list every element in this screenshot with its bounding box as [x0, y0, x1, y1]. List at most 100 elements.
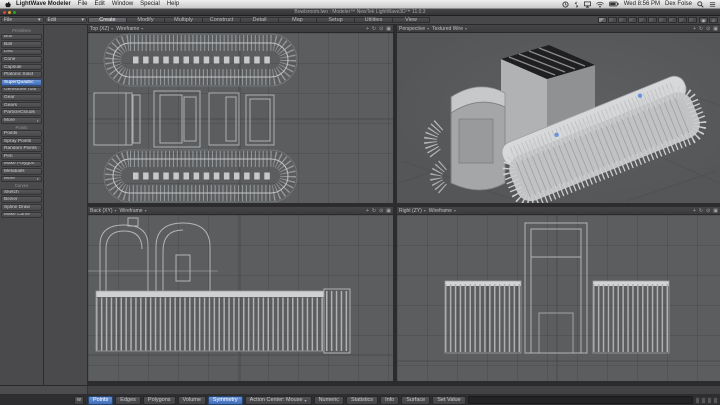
layer-10[interactable]: [688, 17, 697, 23]
zoom-window-button[interactable]: [13, 11, 16, 14]
view-type-dropdown[interactable]: Right (ZY)▾: [399, 208, 426, 214]
maximize-icon[interactable]: ▣: [713, 208, 718, 214]
layer-1[interactable]: [598, 17, 607, 23]
sidebar-tool-points[interactable]: Points: [1, 130, 42, 137]
sidebar-tool-make-polygon[interactable]: Make Polygon: [1, 161, 42, 168]
sidebar-tool-gemstone-tool[interactable]: Gemstone Tool: [1, 87, 42, 94]
bottom-numeric[interactable]: Numeric: [314, 396, 344, 405]
tab-map[interactable]: Map: [278, 17, 316, 23]
layer-8[interactable]: [668, 17, 677, 23]
bottom-set-value[interactable]: Set Value: [432, 396, 465, 405]
rotate-icon[interactable]: ↻: [372, 26, 376, 32]
tab-utilities[interactable]: Utilities: [354, 17, 392, 23]
sidebar-tool-gear[interactable]: Gear: [1, 94, 42, 101]
apple-menu-icon[interactable]: [4, 1, 11, 8]
layer-6[interactable]: [648, 17, 657, 23]
render-mode-dropdown[interactable]: Wireframe▾: [116, 26, 143, 32]
render-mode-dropdown[interactable]: Wireframe▾: [120, 208, 147, 214]
sidebar-tool-sketch[interactable]: Sketch: [1, 189, 42, 196]
back-view-canvas[interactable]: [88, 215, 393, 381]
rotate-icon[interactable]: ↻: [699, 208, 703, 214]
layer-5[interactable]: [638, 17, 647, 23]
menu-edit[interactable]: Edit: [94, 1, 104, 7]
maximize-icon[interactable]: ▣: [713, 26, 718, 32]
tab-multiply[interactable]: Multiply: [164, 17, 202, 23]
sidebar-tool-superquadric[interactable]: SuperQuadric: [1, 79, 42, 86]
bottom-statistics[interactable]: Statistics: [346, 396, 378, 405]
sidebar-tool-spline-draw[interactable]: Spline Draw: [1, 204, 42, 211]
sidebar-tool-bezier[interactable]: Bezier: [1, 196, 42, 203]
battery-icon[interactable]: [609, 1, 619, 7]
bottom-symmetry[interactable]: Symmetry: [208, 396, 243, 405]
layers-panel-icon[interactable]: ▣: [699, 17, 708, 23]
sidebar-tool-cone[interactable]: Cone: [1, 56, 42, 63]
menu-file[interactable]: File: [78, 1, 88, 7]
sidebar-tool-more[interactable]: More▸: [1, 117, 42, 124]
tab-construct[interactable]: Construct: [202, 17, 240, 23]
airplay-icon[interactable]: [584, 1, 591, 8]
right-view-canvas[interactable]: [397, 215, 720, 381]
bottom-surface[interactable]: Surface: [401, 396, 430, 405]
layer-9[interactable]: [678, 17, 687, 23]
sidebar-tool-ball[interactable]: Ball: [1, 41, 42, 48]
layer-7[interactable]: [658, 17, 667, 23]
tab-detail[interactable]: Detail: [240, 17, 278, 23]
bottom-points[interactable]: Points: [88, 396, 113, 405]
bottom-polygons[interactable]: Polygons: [143, 396, 176, 405]
pan-icon[interactable]: +: [366, 26, 369, 32]
zoom-icon[interactable]: ⊙: [379, 26, 383, 32]
bottom-edges[interactable]: Edges: [115, 396, 141, 405]
close-window-button[interactable]: [3, 11, 6, 14]
window-title-bar[interactable]: Bowlsroom.lwo : Modeler™ NewTek LightWav…: [0, 9, 720, 16]
top-view-canvas[interactable]: [88, 33, 393, 203]
mini-button[interactable]: [695, 397, 700, 404]
tab-setup[interactable]: Setup: [316, 17, 354, 23]
bottom-info[interactable]: Info: [380, 396, 399, 405]
timemachine-icon[interactable]: [562, 1, 569, 8]
layer-list-icon[interactable]: ≡: [709, 17, 718, 23]
layer-3[interactable]: [618, 17, 627, 23]
app-menu-title[interactable]: LightWave Modeler: [16, 1, 71, 7]
sidebar-tool-random-points[interactable]: Random Points: [1, 145, 42, 152]
pan-icon[interactable]: +: [693, 208, 696, 214]
render-mode-dropdown[interactable]: Wireframe▾: [429, 208, 456, 214]
view-type-dropdown[interactable]: Top (XZ)▾: [90, 26, 113, 32]
maximize-icon[interactable]: ▣: [386, 208, 391, 214]
perspective-canvas[interactable]: [397, 33, 720, 203]
sidebar-tool-particleclouds[interactable]: ParticleClouds: [1, 109, 42, 116]
pan-icon[interactable]: +: [693, 26, 696, 32]
rotate-icon[interactable]: ↻: [699, 26, 703, 32]
bluetooth-icon[interactable]: [574, 1, 579, 8]
menu-window[interactable]: Window: [112, 1, 133, 7]
file-dropdown-button[interactable]: File▾: [1, 17, 44, 23]
sidebar-tool-spray-points[interactable]: Spray Points: [1, 138, 42, 145]
bottom-action-center-mouse[interactable]: Action Center: Mouse▾: [245, 396, 312, 405]
sidebar-tool-more[interactable]: More▸: [1, 176, 42, 183]
zoom-icon[interactable]: ⊙: [706, 26, 710, 32]
tab-modify[interactable]: Modify: [126, 17, 164, 23]
sidebar-tool-platonic-solid[interactable]: Platonic Solid: [1, 71, 42, 78]
layer-2[interactable]: [608, 17, 617, 23]
layer-4[interactable]: [628, 17, 637, 23]
wifi-icon[interactable]: [596, 1, 604, 8]
menu-help[interactable]: Help: [167, 1, 179, 7]
mini-button[interactable]: [701, 397, 706, 404]
notification-center-icon[interactable]: [709, 1, 716, 8]
sidebar-tool-pen[interactable]: Pen: [1, 153, 42, 160]
edit-dropdown-button[interactable]: Edit▾: [45, 17, 88, 23]
zoom-icon[interactable]: ⊙: [706, 208, 710, 214]
tab-view[interactable]: View: [392, 17, 430, 23]
sidebar-tool-make-curve[interactable]: Make Curve: [1, 212, 42, 219]
view-type-dropdown[interactable]: Perspective▾: [399, 26, 429, 32]
sidebar-tool-disc[interactable]: Disc: [1, 49, 42, 56]
zoom-icon[interactable]: ⊙: [379, 208, 383, 214]
maximize-icon[interactable]: ▣: [386, 26, 391, 32]
minimize-window-button[interactable]: [8, 11, 11, 14]
render-mode-dropdown[interactable]: Textured Wire▾: [432, 26, 467, 32]
menu-bar-clock[interactable]: Wed 8:56 PM: [624, 1, 660, 7]
pan-icon[interactable]: +: [366, 208, 369, 214]
view-type-dropdown[interactable]: Back (XY)▾: [90, 208, 117, 214]
spotlight-icon[interactable]: [697, 1, 704, 8]
sidebar-tool-gears[interactable]: Gears: [1, 102, 42, 109]
modes-mini-button[interactable]: w: [74, 396, 84, 405]
